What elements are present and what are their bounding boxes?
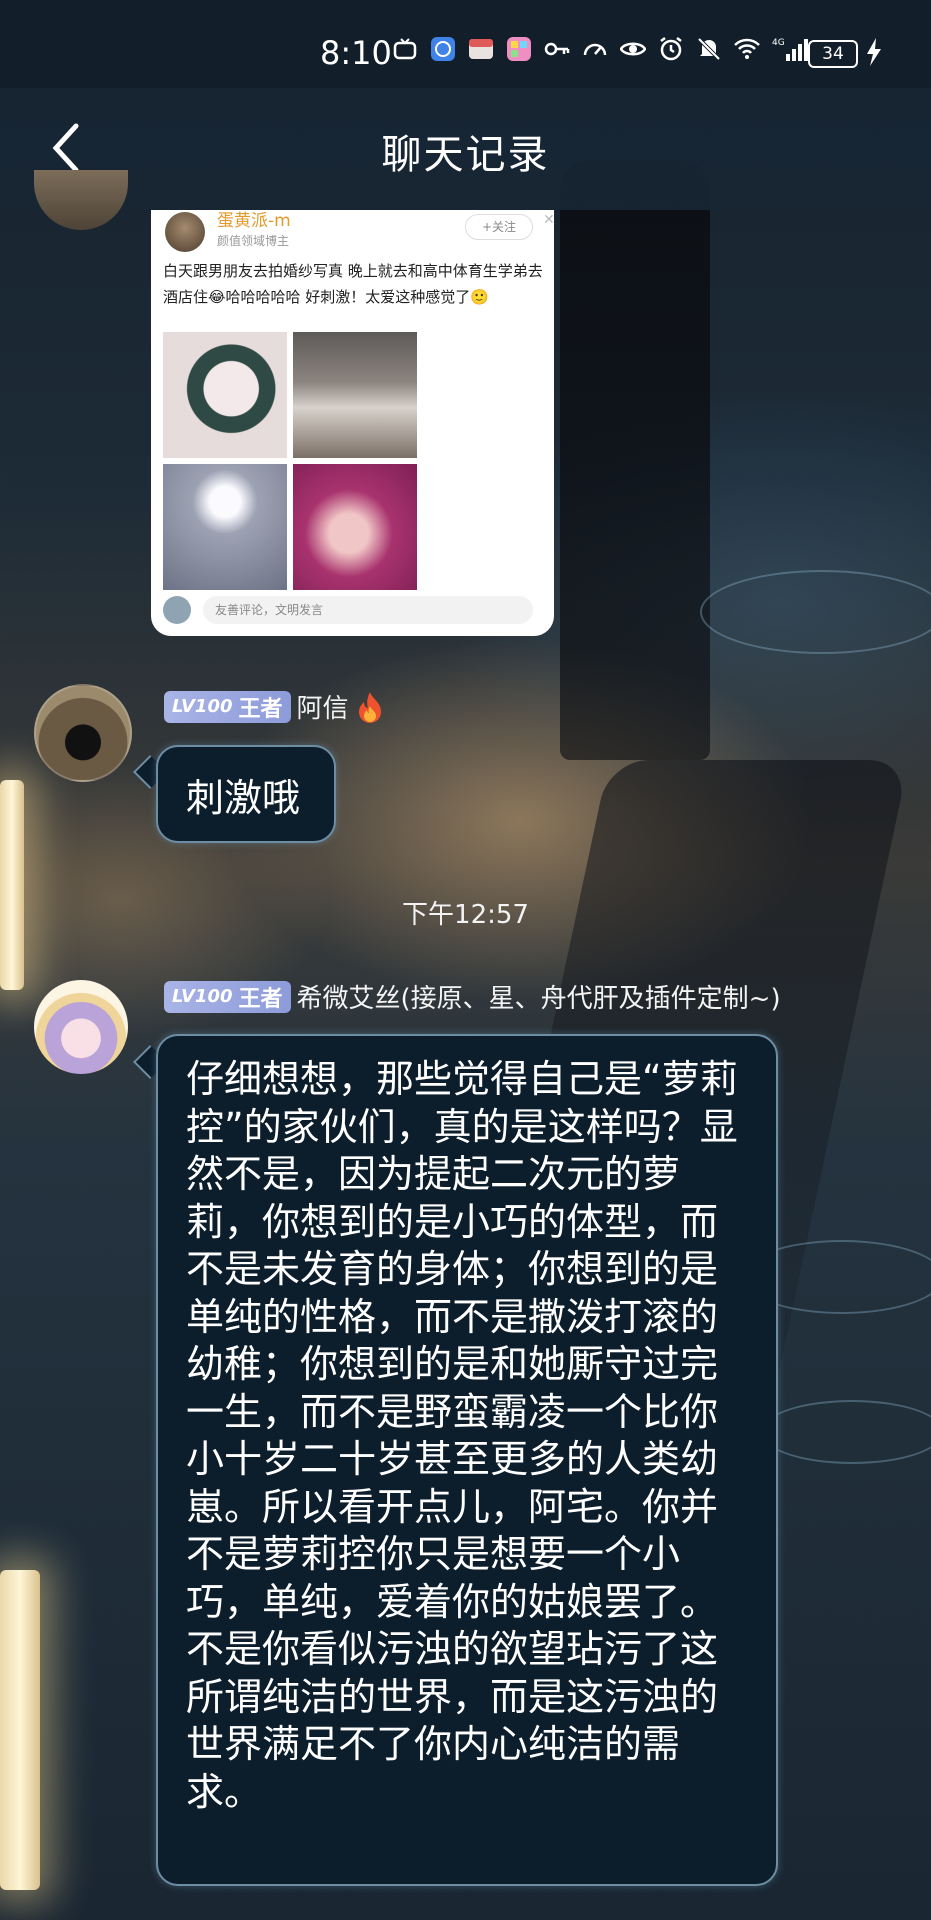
post-photo xyxy=(163,464,287,590)
avatar[interactable] xyxy=(34,170,128,230)
app-icon xyxy=(393,38,417,60)
post-photo xyxy=(293,332,417,458)
sender-nickname: 阿信 xyxy=(296,694,349,724)
grid-icon xyxy=(507,37,531,61)
status-time: 8:10 xyxy=(320,34,392,72)
sender-name-row: LV100 王者 希微艾丝(接原、星、舟代肝及插件定制~) xyxy=(164,978,781,1015)
bookmark-icon xyxy=(469,39,493,59)
message-text: 仔细想想，那些觉得自己是“萝莉控”的家伙们，真的是这样吗？显然不是，因为提起二次… xyxy=(186,1057,738,1814)
level-number: LV100 xyxy=(172,986,233,1007)
level-badge: LV100 王者 xyxy=(164,690,291,723)
sender-avatar[interactable] xyxy=(34,684,132,782)
level-title: 王者 xyxy=(238,696,283,722)
message-text: 刺激哦 xyxy=(186,776,301,820)
page-title: 聊天记录 xyxy=(381,132,550,178)
shared-post-image[interactable]: 蛋黄派-m 颜值领域博主 +关注 ✕ 白天跟男朋友去拍婚纱写真 晚上就去和高中体… xyxy=(151,210,554,636)
message-bubble[interactable]: 仔细想想，那些觉得自己是“萝莉控”的家伙们，真的是这样吗？显然不是，因为提起二次… xyxy=(156,1034,778,1886)
svg-text:4G: 4G xyxy=(772,38,785,48)
sender-avatar[interactable] xyxy=(34,980,128,1074)
app-header: 聊天记录 xyxy=(0,88,931,210)
status-bar: 8:10 4G 34 xyxy=(0,0,931,88)
comment-input: 友善评论，文明发言 xyxy=(203,596,533,624)
browser-icon xyxy=(431,37,455,61)
ripple xyxy=(700,570,931,654)
close-icon: ✕ xyxy=(543,212,554,228)
lamp-left-bottom xyxy=(0,1570,40,1890)
sender-name-row: LV100 王者 阿信 xyxy=(164,688,385,725)
charging-icon xyxy=(867,38,881,66)
post-photo xyxy=(163,332,287,458)
alarm-icon xyxy=(660,37,682,61)
post-author-name: 蛋黄派-m xyxy=(217,211,291,231)
4g-signal-icon: 4G xyxy=(772,38,808,61)
eye-icon xyxy=(620,42,646,56)
fire-icon xyxy=(358,691,381,723)
message-bubble[interactable]: 刺激哦 xyxy=(156,745,336,843)
post-author-avatar xyxy=(165,212,205,252)
follow-button: +关注 xyxy=(465,214,533,240)
post-text: 白天跟男朋友去拍婚纱写真 晚上就去和高中体育生学弟去酒店住😂哈哈哈哈哈 好刺激！… xyxy=(163,262,543,306)
battery-indicator: 34 xyxy=(808,40,858,68)
speed-icon xyxy=(583,43,607,56)
sender-nickname: 希微艾丝(接原、星、舟代肝及插件定制~) xyxy=(296,984,781,1014)
post-author-subtitle: 颜值领域博主 xyxy=(217,234,290,248)
avatar xyxy=(163,596,191,624)
post-header: 蛋黄派-m 颜值领域博主 +关注 ✕ xyxy=(165,210,554,256)
message-timestamp: 下午12:57 xyxy=(402,900,529,930)
level-number: LV100 xyxy=(172,696,233,717)
level-badge: LV100 王者 xyxy=(164,980,291,1013)
photo-grid xyxy=(163,332,417,590)
status-icons: 4G xyxy=(392,36,812,62)
level-title: 王者 xyxy=(238,986,283,1012)
background-figure xyxy=(560,160,710,760)
mute-icon xyxy=(697,37,721,61)
wifi-icon xyxy=(734,38,760,59)
key-icon xyxy=(544,42,570,56)
ripple xyxy=(760,1400,931,1464)
post-comment-bar: 友善评论，文明发言 xyxy=(163,596,543,626)
lamp-left-top xyxy=(0,780,24,990)
post-photo xyxy=(293,464,417,590)
